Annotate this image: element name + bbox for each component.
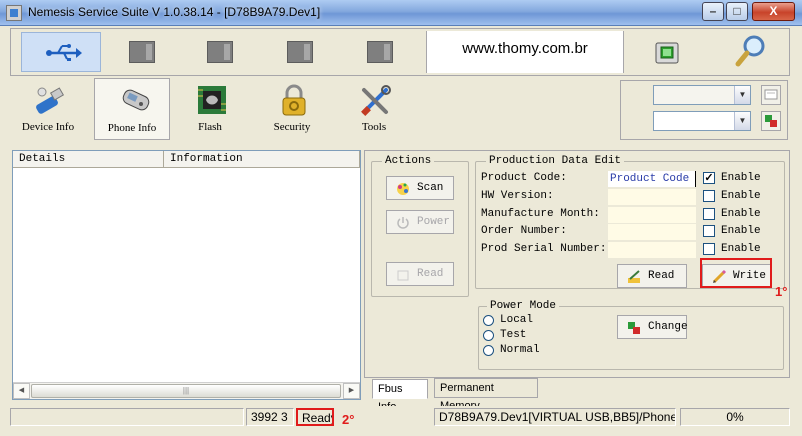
tab-label: Tools (361, 121, 387, 133)
prod-serial-number-input[interactable] (608, 242, 696, 258)
manufacture-month-enable-checkbox[interactable] (703, 208, 715, 220)
power-icon (397, 217, 409, 229)
scroll-thumb[interactable]: ||| (31, 384, 341, 398)
close-button[interactable]: X (752, 2, 795, 21)
prod-serial-number-enable-checkbox[interactable] (703, 243, 715, 255)
chevron-down-icon: ▼ (734, 112, 750, 130)
port-selector-panel: ▼ ▼ (620, 80, 788, 140)
prod-serial-number-label: Prod Serial Number: (481, 243, 607, 255)
power-mode-group: Power Mode Local Test Normal Change (478, 300, 784, 370)
production-read-button[interactable]: Read (617, 264, 687, 288)
manufacture-month-label: Manufacture Month: (481, 208, 600, 220)
tab-fbus-info[interactable]: Fbus Info (372, 379, 428, 413)
usb-icon (46, 44, 82, 61)
radio-test-label: Test (500, 329, 527, 341)
horizontal-scrollbar[interactable]: ◀ ||| ▶ (13, 382, 360, 399)
tab-device-info[interactable]: Device Info (10, 78, 86, 140)
enable-label: Enable (721, 172, 761, 184)
change-power-mode-button[interactable]: Change (617, 315, 688, 339)
phone-icon (122, 89, 150, 111)
refresh-ports-button[interactable] (761, 111, 781, 131)
port-slot-icon[interactable] (207, 41, 233, 63)
power-button[interactable]: Power (386, 210, 454, 234)
port-combo-1[interactable]: ▼ (653, 85, 751, 105)
tab-security[interactable]: Security (254, 78, 330, 140)
tab-flash[interactable]: Flash (172, 78, 248, 140)
order-number-label: Order Number: (481, 225, 567, 237)
website-banner[interactable]: www.thomy.com.br (426, 31, 624, 73)
usb-connection-button[interactable] (21, 32, 101, 72)
status-cell-empty (10, 408, 244, 426)
minimize-button[interactable]: – (702, 2, 724, 21)
tools-icon (361, 85, 391, 116)
hw-version-enable-checkbox[interactable] (703, 190, 715, 202)
hw-version-input[interactable] (608, 189, 696, 205)
change-icon (628, 322, 640, 334)
tab-label: Security (273, 121, 311, 133)
phone-display-icon[interactable] (651, 37, 683, 69)
actions-read-button[interactable]: Read (386, 262, 454, 286)
radio-normal-label: Normal (500, 344, 540, 356)
scan-button[interactable]: Scan (386, 176, 454, 200)
order-number-input[interactable] (608, 224, 696, 240)
annotation-box-write (700, 258, 772, 288)
enable-label: Enable (721, 208, 761, 220)
window-title: Nemesis Service Suite V 1.0.38.14 - [D78… (28, 5, 321, 19)
top-toolbar: www.thomy.com.br (10, 28, 790, 76)
actions-group: Actions Scan Power Read (371, 155, 469, 297)
settings-icon (764, 89, 778, 100)
tab-label: Phone Info (107, 122, 157, 134)
radio-normal[interactable] (483, 345, 494, 356)
tab-phone-info[interactable]: Phone Info (94, 78, 170, 140)
status-cell-counter: 3992 3 (246, 408, 294, 426)
tab-tools[interactable]: Tools (336, 78, 412, 140)
enable-label: Enable (721, 190, 761, 202)
column-header-information[interactable]: Information (164, 151, 360, 168)
scan-icon (397, 183, 409, 195)
status-bar: 3992 3 Ready 2° D78B9A79.Dev1[VIRTUAL US… (0, 406, 802, 436)
status-progress: 0% (680, 408, 790, 426)
port-settings-button[interactable] (761, 85, 781, 105)
production-title: Production Data Edit (486, 155, 625, 167)
read-icon (397, 270, 409, 281)
scroll-left-icon[interactable]: ◀ (13, 383, 30, 399)
annotation-label-2: 2° (342, 412, 355, 427)
column-header-details[interactable]: Details (13, 151, 164, 168)
port-slot-icon[interactable] (287, 41, 313, 63)
chip-icon (198, 86, 226, 114)
details-list[interactable]: Details Information ◀ ||| ▶ (12, 150, 361, 400)
pencil-read-icon (628, 270, 640, 283)
hw-version-label: HW Version: (481, 190, 554, 202)
manufacture-month-input[interactable] (608, 207, 696, 223)
order-number-enable-checkbox[interactable] (703, 225, 715, 237)
scroll-right-icon[interactable]: ▶ (343, 383, 360, 399)
product-code-enable-checkbox[interactable]: ✓ (703, 172, 715, 184)
port-slot-icon[interactable] (129, 41, 155, 63)
lock-icon (282, 84, 306, 116)
actions-title: Actions (382, 155, 435, 167)
magnifier-icon[interactable] (733, 33, 769, 69)
radio-local-label: Local (500, 314, 534, 326)
product-code-input[interactable]: Product Code (608, 171, 696, 187)
status-device: D78B9A79.Dev1[VIRTUAL USB,BB5]/Phone In (434, 408, 676, 426)
refresh-icon (765, 115, 777, 127)
tab-permanent-memory[interactable]: Permanent Memory (434, 378, 538, 412)
product-code-label: Product Code: (481, 172, 567, 184)
radio-test[interactable] (483, 330, 494, 341)
power-mode-title: Power Mode (487, 300, 560, 312)
annotation-label-1: 1° (775, 284, 788, 299)
chevron-down-icon: ▼ (734, 86, 750, 104)
maximize-button[interactable]: □ (726, 2, 748, 21)
port-combo-2[interactable]: ▼ (653, 111, 751, 131)
tab-label: Flash (198, 121, 222, 133)
status-ready: Ready (296, 408, 334, 426)
app-icon (6, 5, 22, 21)
enable-label: Enable (721, 225, 761, 237)
title-bar: Nemesis Service Suite V 1.0.38.14 - [D78… (0, 0, 802, 26)
usb-stick-icon (36, 87, 65, 114)
radio-local[interactable] (483, 315, 494, 326)
enable-label: Enable (721, 243, 761, 255)
tab-label: Device Info (21, 121, 75, 133)
port-slot-icon[interactable] (367, 41, 393, 63)
